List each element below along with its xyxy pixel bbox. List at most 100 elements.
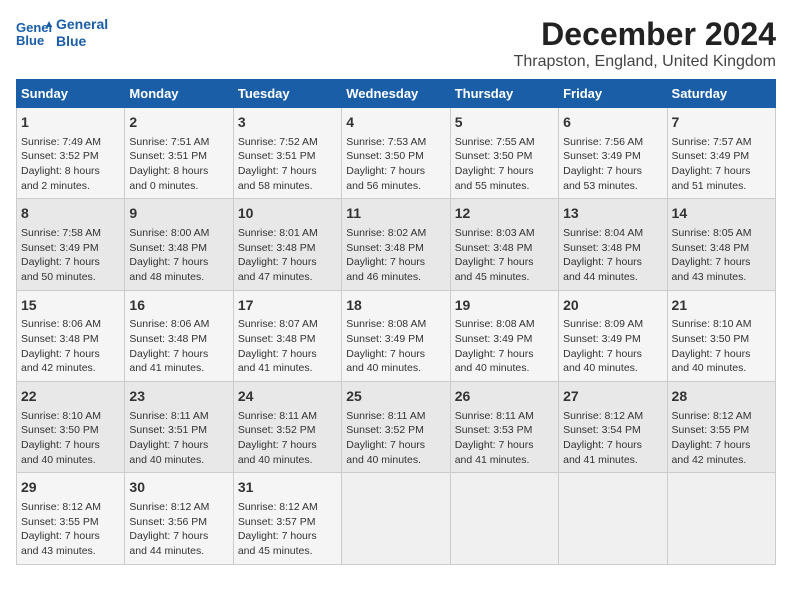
day-info: Sunset: 3:48 PM <box>672 241 771 256</box>
day-info: and 51 minutes. <box>672 179 771 194</box>
day-number: 15 <box>21 296 120 316</box>
logo: General Blue General Blue <box>16 16 108 50</box>
day-number: 18 <box>346 296 445 316</box>
weekday-header-thursday: Thursday <box>450 80 558 108</box>
day-number: 9 <box>129 204 228 224</box>
day-info: Sunrise: 8:12 AM <box>21 500 120 515</box>
calendar-cell: 29Sunrise: 8:12 AMSunset: 3:55 PMDayligh… <box>17 473 125 564</box>
day-number: 27 <box>563 387 662 407</box>
calendar-cell: 6Sunrise: 7:56 AMSunset: 3:49 PMDaylight… <box>559 108 667 199</box>
day-info: Daylight: 8 hours <box>21 164 120 179</box>
day-info: Sunrise: 7:57 AM <box>672 135 771 150</box>
calendar-cell: 21Sunrise: 8:10 AMSunset: 3:50 PMDayligh… <box>667 290 775 381</box>
day-info: and 42 minutes. <box>21 361 120 376</box>
day-number: 21 <box>672 296 771 316</box>
day-info: Daylight: 7 hours <box>238 255 337 270</box>
day-info: and 50 minutes. <box>21 270 120 285</box>
day-info: Daylight: 7 hours <box>346 438 445 453</box>
day-number: 13 <box>563 204 662 224</box>
day-info: Sunrise: 8:11 AM <box>129 409 228 424</box>
day-info: Daylight: 7 hours <box>563 438 662 453</box>
week-row-3: 15Sunrise: 8:06 AMSunset: 3:48 PMDayligh… <box>17 290 776 381</box>
day-info: Sunrise: 8:03 AM <box>455 226 554 241</box>
day-info: Sunset: 3:48 PM <box>563 241 662 256</box>
weekday-header-saturday: Saturday <box>667 80 775 108</box>
calendar-cell: 28Sunrise: 8:12 AMSunset: 3:55 PMDayligh… <box>667 382 775 473</box>
day-number: 28 <box>672 387 771 407</box>
day-info: Sunset: 3:49 PM <box>346 332 445 347</box>
calendar-cell: 3Sunrise: 7:52 AMSunset: 3:51 PMDaylight… <box>233 108 341 199</box>
day-info: Sunset: 3:49 PM <box>672 149 771 164</box>
day-info: Sunset: 3:48 PM <box>129 332 228 347</box>
day-info: Sunset: 3:56 PM <box>129 515 228 530</box>
day-info: Sunset: 3:52 PM <box>21 149 120 164</box>
calendar-cell: 4Sunrise: 7:53 AMSunset: 3:50 PMDaylight… <box>342 108 450 199</box>
day-info: Daylight: 7 hours <box>672 164 771 179</box>
day-number: 12 <box>455 204 554 224</box>
day-info: Sunset: 3:48 PM <box>238 241 337 256</box>
day-info: and 58 minutes. <box>238 179 337 194</box>
calendar-cell: 5Sunrise: 7:55 AMSunset: 3:50 PMDaylight… <box>450 108 558 199</box>
day-info: Daylight: 7 hours <box>672 438 771 453</box>
calendar-cell <box>667 473 775 564</box>
main-title: December 2024 <box>514 16 776 53</box>
day-info: Daylight: 7 hours <box>21 255 120 270</box>
day-number: 20 <box>563 296 662 316</box>
day-info: Sunrise: 8:11 AM <box>455 409 554 424</box>
day-info: and 47 minutes. <box>238 270 337 285</box>
day-info: Sunrise: 7:56 AM <box>563 135 662 150</box>
day-info: Sunset: 3:51 PM <box>129 423 228 438</box>
calendar-cell: 26Sunrise: 8:11 AMSunset: 3:53 PMDayligh… <box>450 382 558 473</box>
day-info: Daylight: 7 hours <box>129 255 228 270</box>
day-info: Sunset: 3:50 PM <box>455 149 554 164</box>
svg-text:Blue: Blue <box>16 33 44 47</box>
calendar-cell: 7 Sunrise: 7:57 AMSunset: 3:49 PMDaylight… <box>667 108 775 199</box>
week-row-4: 22Sunrise: 8:10 AMSunset: 3:50 PMDayligh… <box>17 382 776 473</box>
day-info: Sunset: 3:48 PM <box>21 332 120 347</box>
day-info: Daylight: 7 hours <box>346 347 445 362</box>
day-info: Sunrise: 7:55 AM <box>455 135 554 150</box>
day-info: Daylight: 7 hours <box>238 347 337 362</box>
day-info: and 45 minutes. <box>238 544 337 559</box>
day-number: 14 <box>672 204 771 224</box>
day-number: 16 <box>129 296 228 316</box>
day-info: Sunrise: 8:06 AM <box>21 317 120 332</box>
day-info: Sunrise: 8:10 AM <box>21 409 120 424</box>
weekday-header-row: SundayMondayTuesdayWednesdayThursdayFrid… <box>17 80 776 108</box>
day-info: Sunset: 3:57 PM <box>238 515 337 530</box>
calendar-cell: 2Sunrise: 7:51 AMSunset: 3:51 PMDaylight… <box>125 108 233 199</box>
day-info: Daylight: 7 hours <box>672 255 771 270</box>
calendar-cell: 1Sunrise: 7:49 AMSunset: 3:52 PMDaylight… <box>17 108 125 199</box>
day-number: 7 <box>672 113 771 133</box>
day-info: and 0 minutes. <box>129 179 228 194</box>
day-number: 6 <box>563 113 662 133</box>
day-info: Sunrise: 8:04 AM <box>563 226 662 241</box>
calendar-cell: 20Sunrise: 8:09 AMSunset: 3:49 PMDayligh… <box>559 290 667 381</box>
day-info: and 56 minutes. <box>346 179 445 194</box>
day-info: and 40 minutes. <box>21 453 120 468</box>
day-info: Daylight: 7 hours <box>238 529 337 544</box>
day-info: and 45 minutes. <box>455 270 554 285</box>
day-number: 31 <box>238 478 337 498</box>
day-info: and 40 minutes. <box>563 361 662 376</box>
day-info: Sunset: 3:52 PM <box>346 423 445 438</box>
calendar-cell: 13 Sunrise: 8:04 AMSunset: 3:48 PMDayligh… <box>559 199 667 290</box>
day-info: Daylight: 7 hours <box>563 164 662 179</box>
calendar-cell: 16Sunrise: 8:06 AMSunset: 3:48 PMDayligh… <box>125 290 233 381</box>
day-number: 30 <box>129 478 228 498</box>
weekday-header-sunday: Sunday <box>17 80 125 108</box>
calendar-cell: 8Sunrise: 7:58 AMSunset: 3:49 PMDaylight… <box>17 199 125 290</box>
day-number: 25 <box>346 387 445 407</box>
calendar-cell <box>559 473 667 564</box>
day-info: Daylight: 7 hours <box>563 255 662 270</box>
day-info: Daylight: 7 hours <box>21 438 120 453</box>
day-number: 23 <box>129 387 228 407</box>
day-info: Sunrise: 8:08 AM <box>455 317 554 332</box>
day-number: 26 <box>455 387 554 407</box>
day-info: Sunrise: 8:06 AM <box>129 317 228 332</box>
day-info: Sunrise: 7:53 AM <box>346 135 445 150</box>
day-info: and 42 minutes. <box>672 453 771 468</box>
week-row-5: 29Sunrise: 8:12 AMSunset: 3:55 PMDayligh… <box>17 473 776 564</box>
day-info: Sunset: 3:50 PM <box>672 332 771 347</box>
day-info: Sunrise: 8:11 AM <box>346 409 445 424</box>
